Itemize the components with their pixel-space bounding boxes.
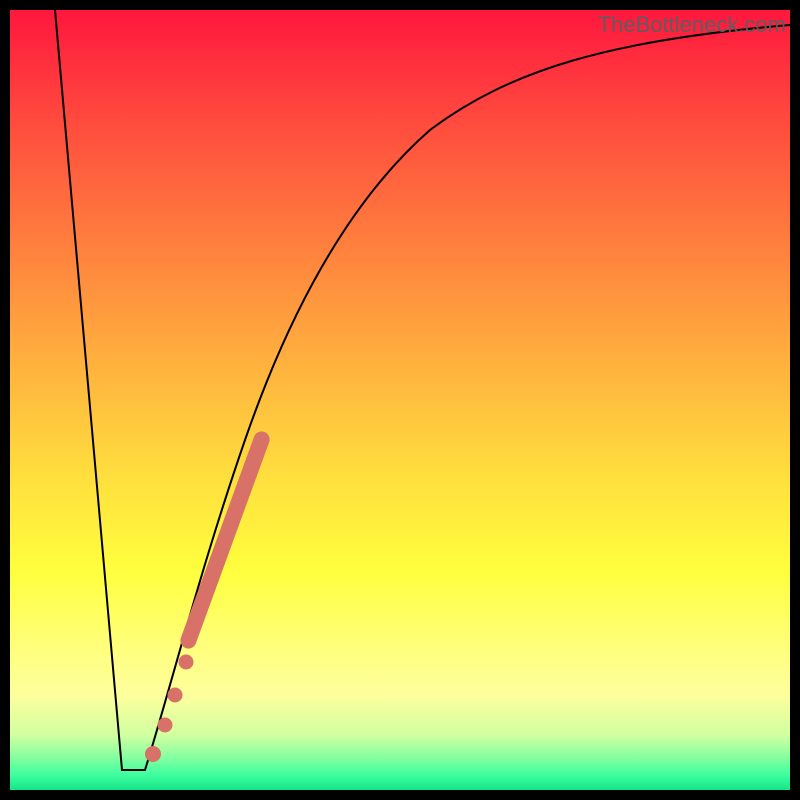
- data-marker: [168, 688, 183, 703]
- data-marker: [158, 718, 173, 733]
- watermark-text: TheBottleneck.com: [598, 12, 786, 38]
- data-marker: [179, 655, 194, 670]
- chart-container: TheBottleneck.com: [0, 0, 800, 800]
- chart-markers-layer: [10, 10, 790, 790]
- data-marker: [145, 746, 161, 762]
- data-marker-cluster: [178, 429, 272, 651]
